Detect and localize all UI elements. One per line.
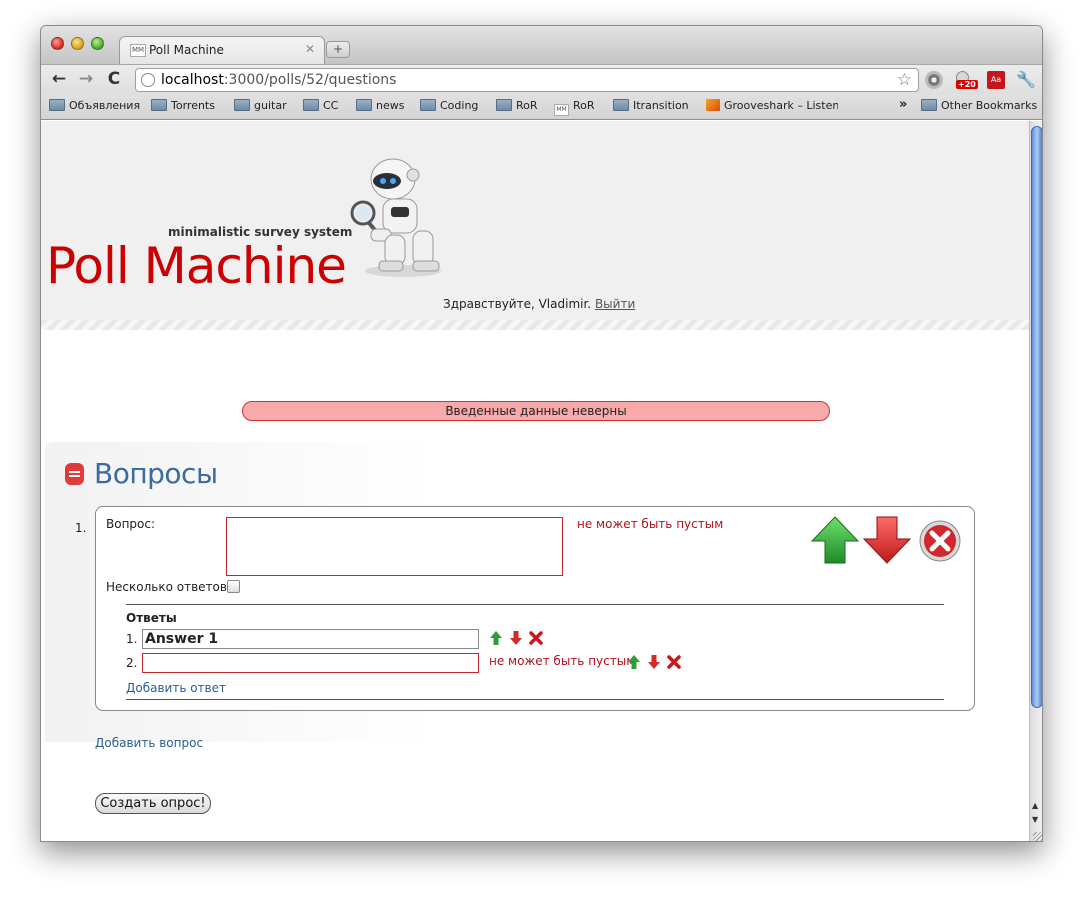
close-window-button[interactable] xyxy=(51,37,64,50)
folder-icon xyxy=(356,99,372,111)
site-logo[interactable]: Poll Machine xyxy=(46,237,347,295)
bookmark-star-icon[interactable]: ☆ xyxy=(897,70,912,90)
answer-move-down-icon[interactable] xyxy=(509,630,523,646)
back-button[interactable]: ← xyxy=(49,69,69,89)
list-icon xyxy=(65,463,84,485)
greeting: Здравствуйте, Vladimir. Выйти xyxy=(443,297,635,311)
scroll-up-arrow-icon[interactable]: ▲ xyxy=(1032,801,1038,810)
bookmark-folder[interactable]: Coding xyxy=(420,99,478,112)
folder-icon xyxy=(921,99,937,111)
multiple-answers-label: Несколько ответов: xyxy=(106,580,231,594)
reload-button[interactable]: C xyxy=(104,69,124,89)
forward-button[interactable]: → xyxy=(76,69,96,89)
browser-window: MM Poll Machine ✕ + ← → C localhost:3000… xyxy=(40,25,1043,842)
browser-toolbar: ← → C localhost:3000/polls/52/questions … xyxy=(41,64,1042,94)
mm-icon: MM xyxy=(554,104,569,116)
other-bookmarks-folder[interactable]: Other Bookmarks xyxy=(921,99,1037,112)
folder-icon xyxy=(151,99,167,111)
multiple-answers-checkbox[interactable] xyxy=(227,580,240,593)
tab-poll-machine[interactable]: MM Poll Machine ✕ xyxy=(119,36,325,64)
extension-bulb-icon[interactable]: +20 xyxy=(954,71,978,89)
bookmarks-overflow-chevron-icon[interactable]: » xyxy=(899,97,907,112)
bookmark-link[interactable]: Grooveshark – Listen xyxy=(706,99,838,112)
folder-icon xyxy=(234,99,250,111)
answer-move-up-icon[interactable] xyxy=(627,654,641,670)
answer-error: не может быть пустым xyxy=(489,654,636,668)
folder-icon xyxy=(303,99,319,111)
question-label: Вопрос: xyxy=(106,517,156,531)
answers-heading: Ответы xyxy=(126,611,177,625)
vertical-scrollbar[interactable]: ▲ ▼ xyxy=(1029,121,1042,841)
bookmark-folder[interactable]: Torrents xyxy=(151,99,215,112)
wrench-icon[interactable]: 🔧 xyxy=(1016,71,1036,89)
bookmark-folder[interactable]: guitar xyxy=(234,99,287,112)
answers-block: Ответы 1. Answer 1 2. не может быть пуст… xyxy=(126,604,944,700)
page-content: minimalistic survey system Poll Machine … xyxy=(41,121,1029,841)
scrollbar-thumb[interactable] xyxy=(1031,126,1042,708)
add-answer-link[interactable]: Добавить ответ xyxy=(126,681,226,695)
bookmark-folder[interactable]: RoR xyxy=(496,99,538,112)
answer-move-up-icon[interactable] xyxy=(489,630,503,646)
question-error: не может быть пустым xyxy=(577,517,724,531)
resize-grip-icon[interactable] xyxy=(1033,832,1042,841)
poll-machine-favicon-icon: MM xyxy=(130,44,146,57)
answer-delete-icon[interactable] xyxy=(529,630,543,646)
grooveshark-icon xyxy=(706,99,720,111)
bookmark-folder[interactable]: Itransition xyxy=(613,99,689,112)
tab-title: Poll Machine xyxy=(149,43,224,57)
globe-icon xyxy=(141,73,155,87)
delete-question-icon[interactable] xyxy=(918,519,962,563)
address-url[interactable]: localhost:3000/polls/52/questions xyxy=(161,72,396,88)
address-bar[interactable]: localhost:3000/polls/52/questions ☆ xyxy=(135,68,919,92)
bookmark-folder[interactable]: CC xyxy=(303,99,338,112)
bookmark-folder[interactable]: news xyxy=(356,99,404,112)
scroll-down-arrow-icon[interactable]: ▼ xyxy=(1032,815,1038,824)
create-poll-button[interactable]: Создать опрос! xyxy=(95,793,211,814)
answer-input[interactable] xyxy=(142,653,479,673)
section-title: Вопросы xyxy=(94,457,218,490)
logout-link[interactable]: Выйти xyxy=(595,297,635,311)
adobe-extension-icon[interactable]: Aa xyxy=(987,71,1005,89)
tab-close-icon[interactable]: ✕ xyxy=(305,42,315,56)
bookmarks-bar: Объявления Torrents guitar CC news Codin… xyxy=(41,94,1042,120)
question-textarea[interactable] xyxy=(226,517,563,576)
extension-gear-icon[interactable] xyxy=(925,71,943,89)
bookmark-link[interactable]: MM RoR xyxy=(554,99,595,116)
greeting-text: Здравствуйте, Vladimir. xyxy=(443,297,592,311)
minimize-window-button[interactable] xyxy=(71,37,84,50)
add-question-link[interactable]: Добавить вопрос xyxy=(95,736,203,750)
tab-strip: MM Poll Machine ✕ + xyxy=(41,26,1042,64)
folder-icon xyxy=(420,99,436,111)
move-down-icon[interactable] xyxy=(862,515,912,565)
question-card: Вопрос: не может быть пустым Несколько о… xyxy=(95,506,975,711)
robot-mascot-icon xyxy=(350,158,441,277)
error-flash-message: Введенные данные неверны xyxy=(242,401,830,421)
header-divider xyxy=(41,320,1029,330)
answer-delete-icon[interactable] xyxy=(667,654,681,670)
answer-move-down-icon[interactable] xyxy=(647,654,661,670)
answer-input[interactable]: Answer 1 xyxy=(142,629,479,649)
question-number: 1. xyxy=(75,521,87,535)
extension-badge: +20 xyxy=(956,80,978,89)
zoom-window-button[interactable] xyxy=(91,37,104,50)
folder-icon xyxy=(49,99,65,111)
bookmark-folder[interactable]: Объявления xyxy=(49,99,140,112)
answer-number: 2. xyxy=(126,656,138,670)
new-tab-button[interactable]: + xyxy=(326,41,350,58)
folder-icon xyxy=(496,99,512,111)
answer-number: 1. xyxy=(126,632,138,646)
move-up-icon[interactable] xyxy=(810,515,860,565)
folder-icon xyxy=(613,99,629,111)
